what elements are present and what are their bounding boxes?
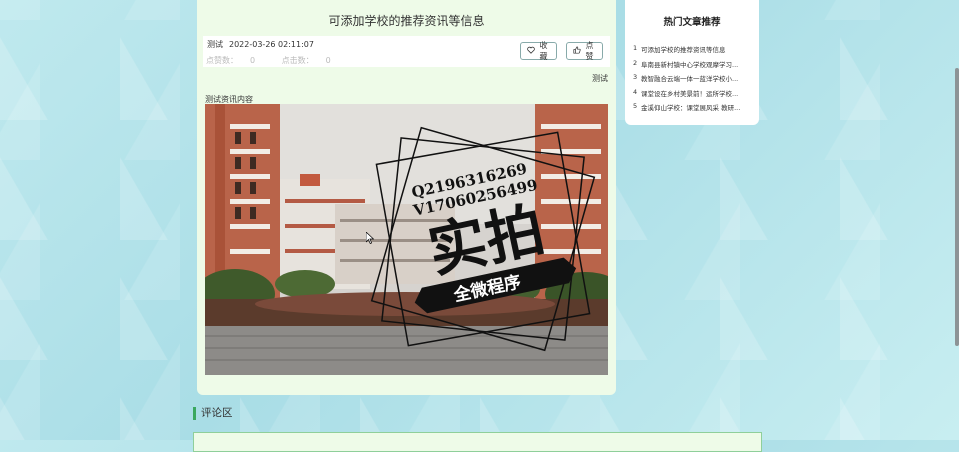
article-card: 可添加学校的推荐资讯等信息 测试 2022-03-26 02:11:07 点赞数：…	[197, 0, 616, 395]
likes-count: 点赞数： 0	[206, 56, 256, 65]
page-scrollbar[interactable]	[955, 0, 959, 440]
school-photo-illustration: Q2196316269 V17060256499 实拍 全微程序	[205, 104, 608, 375]
article-author: 测试	[207, 40, 223, 49]
hot-article-item[interactable]: 5 金溪仰山学校：课堂展风采 教研...	[633, 102, 755, 117]
heart-icon	[527, 46, 535, 56]
favorite-button[interactable]: 收藏	[520, 41, 557, 61]
article-counts: 点赞数： 0 点击数： 0	[206, 55, 355, 66]
favorite-label: 收藏	[539, 41, 548, 61]
mouse-cursor-icon	[365, 229, 375, 248]
hot-article-item[interactable]: 3 教智融合云端一体一蓝洋学校小...	[633, 73, 755, 88]
comments-heading: 评论区	[193, 407, 233, 420]
hot-articles-card: 热门文章推荐 1 可添加学校的推荐资讯等信息 2 阜南县新村镇中心学校观摩学习...…	[625, 0, 759, 125]
article-author-line: 测试 2022-03-26 02:11:07	[207, 39, 320, 50]
scrollbar-thumb[interactable]	[955, 68, 959, 346]
hot-articles-title: 热门文章推荐	[663, 17, 721, 28]
hot-article-item[interactable]: 4 课堂设在乡村美景前！运所学校...	[633, 88, 755, 103]
article-tag: 测试	[592, 74, 608, 83]
thumbs-up-icon	[573, 46, 581, 56]
article-image: Q2196316269 V17060256499 实拍 全微程序	[205, 104, 608, 375]
comments-box[interactable]	[193, 432, 762, 452]
clicks-count: 点击数： 0	[281, 56, 331, 65]
article-title: 可添加学校的推荐资讯等信息	[328, 14, 485, 28]
like-button[interactable]: 点赞	[566, 41, 603, 61]
hot-articles-list: 1 可添加学校的推荐资讯等信息 2 阜南县新村镇中心学校观摩学习... 3 教智融合云…	[633, 44, 755, 117]
article-meta: 测试 2022-03-26 02:11:07 点赞数： 0 点击数： 0 收藏 点赞	[203, 36, 610, 67]
hot-article-item[interactable]: 2 阜南县新村镇中心学校观摩学习...	[633, 59, 755, 74]
hot-article-item[interactable]: 1 可添加学校的推荐资讯等信息	[633, 44, 755, 59]
article-datetime: 2022-03-26 02:11:07	[229, 40, 314, 49]
like-label: 点赞	[585, 41, 594, 61]
